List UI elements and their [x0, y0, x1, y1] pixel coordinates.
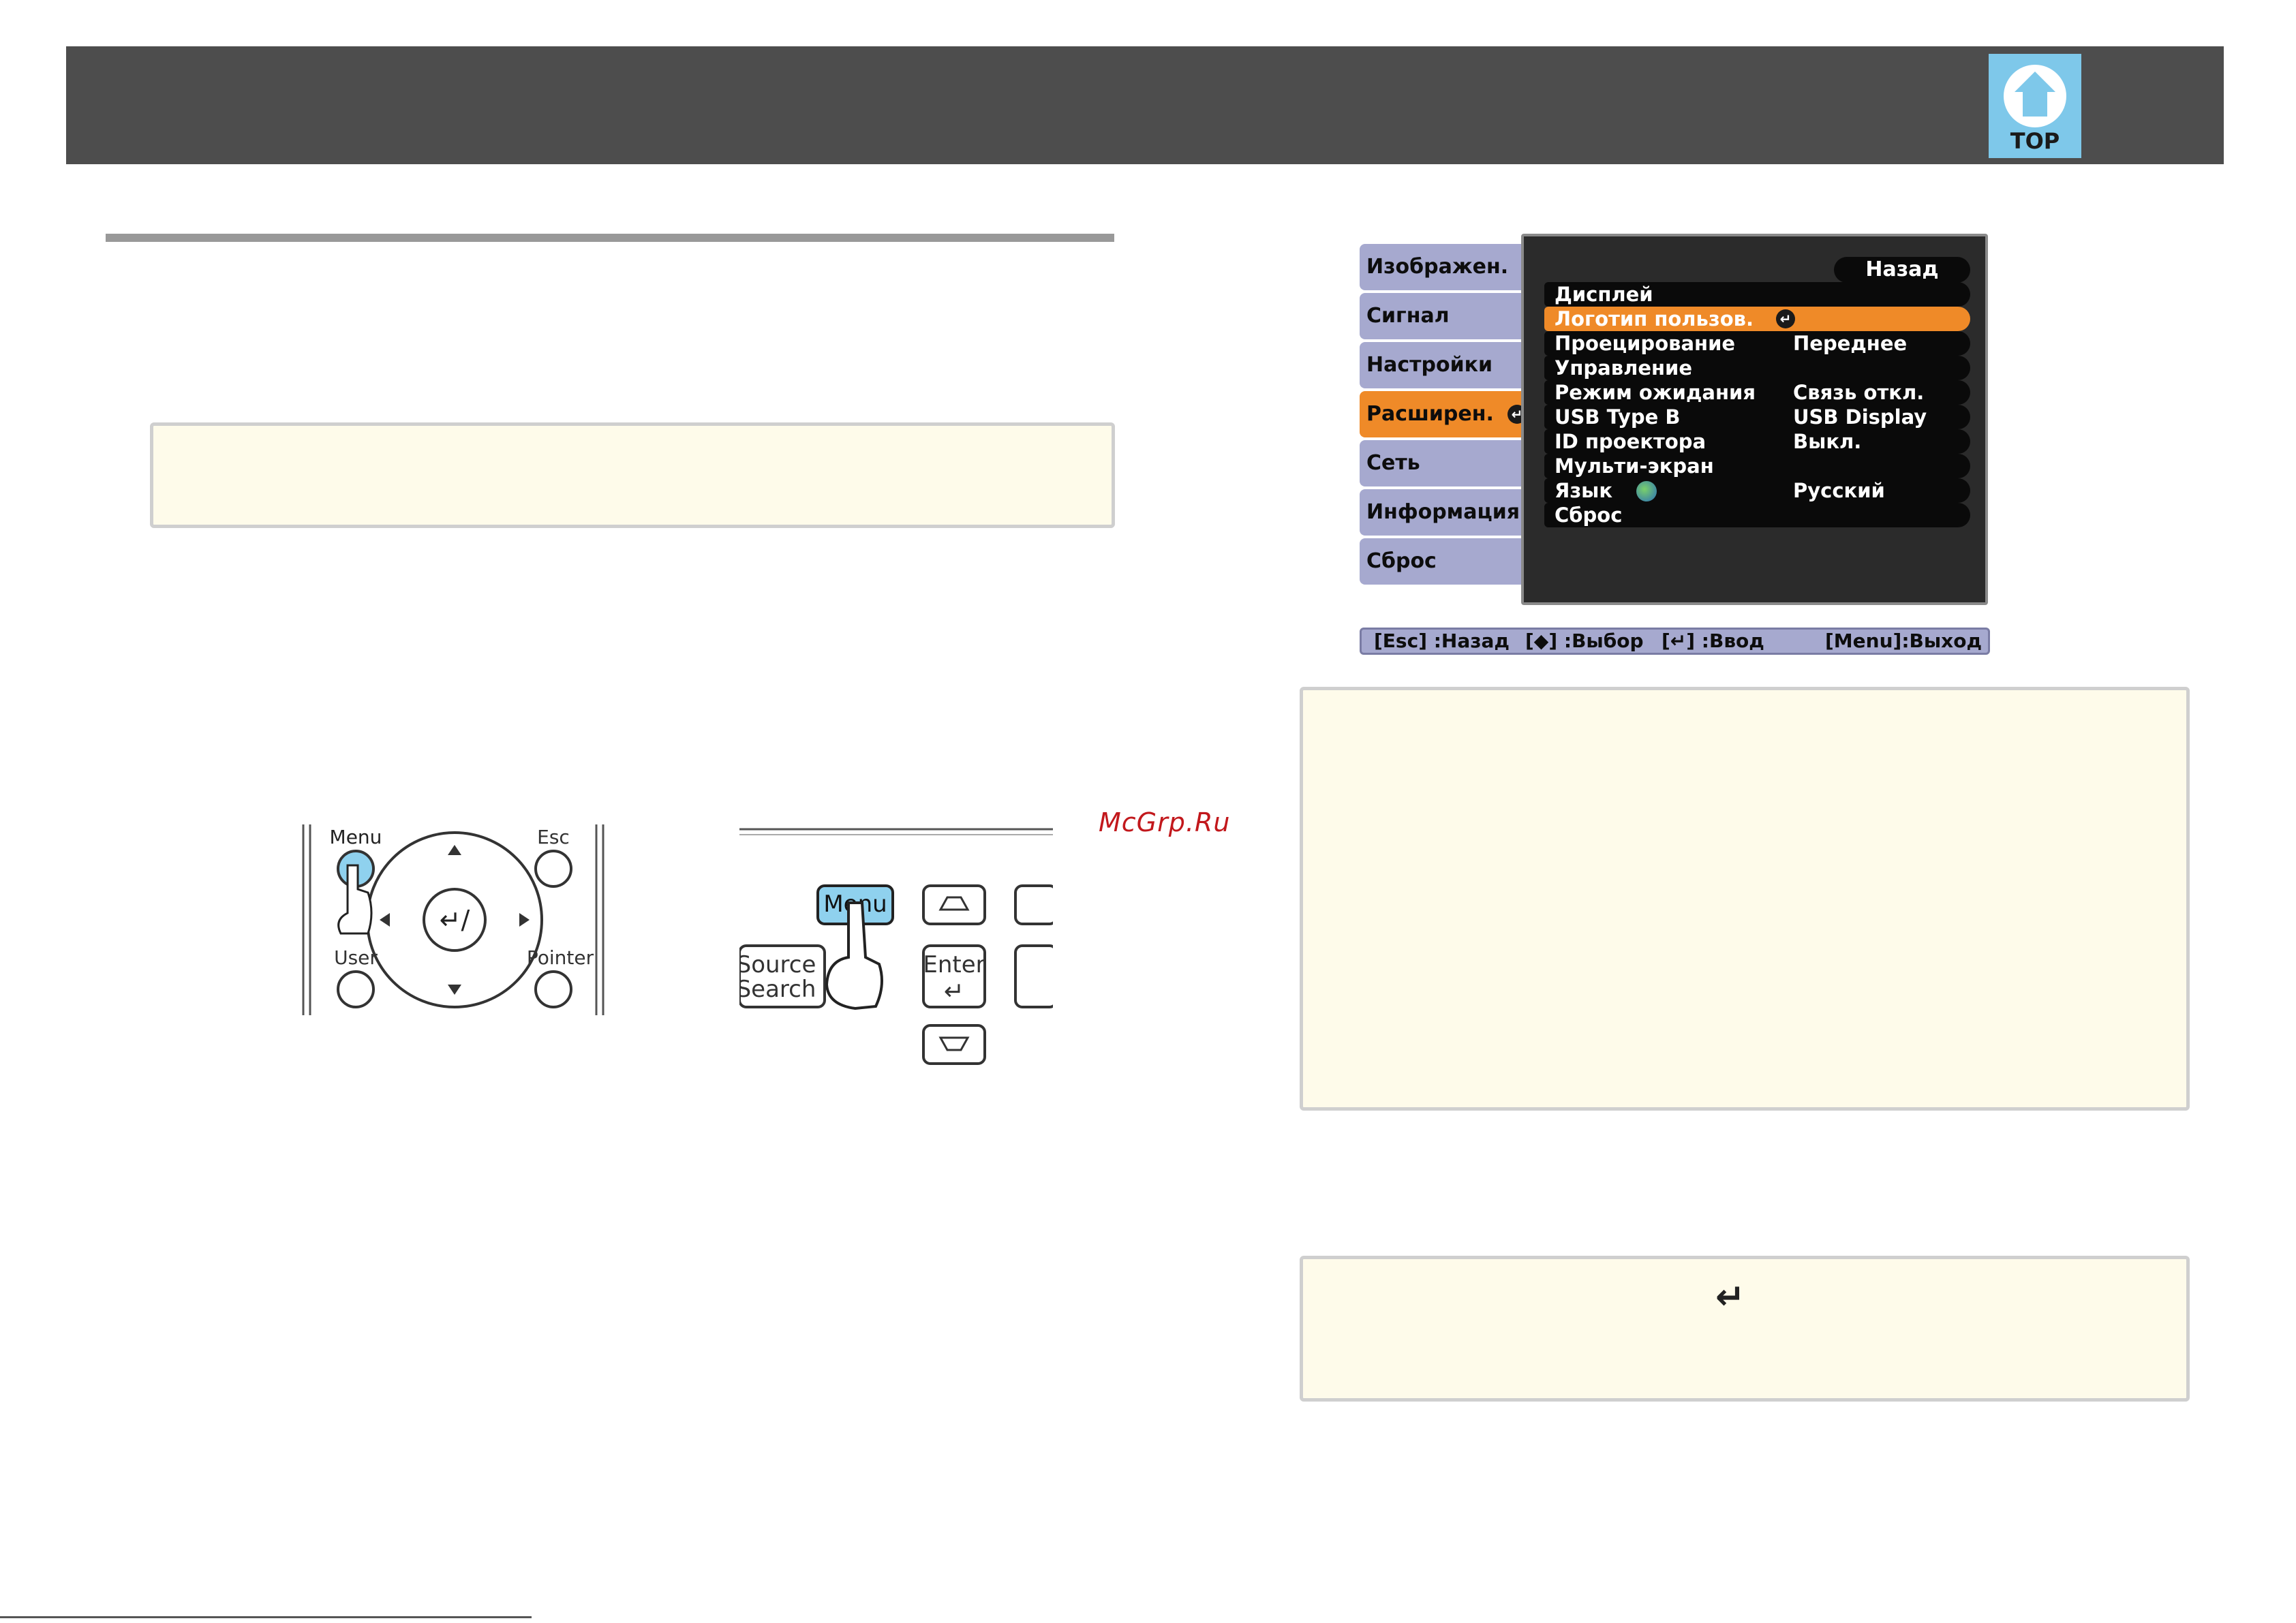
category-extended: Расширен. ↵: [1360, 391, 1533, 437]
source-label-1: Source: [739, 951, 816, 978]
menu-row: Мульти-экран: [1544, 454, 1970, 478]
row-label: ID проектора: [1555, 430, 1706, 453]
enter-icon: ↵: [1776, 309, 1795, 328]
row-label: Режим ожидания: [1555, 381, 1756, 404]
menu-row: ID проектора Выкл.: [1544, 429, 1970, 454]
footer-rule: [0, 1616, 532, 1618]
row-label: Сброс: [1555, 504, 1623, 527]
row-label: USB Type B: [1555, 405, 1681, 429]
top-logo-label: TOP: [2010, 128, 2060, 154]
control-panel-svg: Menu Source Search Enter ↵: [737, 828, 1058, 1065]
menu-row: Проецирование Переднее: [1544, 331, 1970, 356]
svg-text:↵/: ↵/: [440, 905, 470, 935]
menu-row: Дисплей: [1544, 282, 1970, 307]
category-signal: Сигнал: [1360, 293, 1523, 339]
hint-select: [◆] :Выбор: [1525, 630, 1644, 652]
row-value: Переднее: [1793, 332, 1908, 355]
enter-button-label: Enter: [923, 951, 985, 978]
row-label: Управление: [1555, 356, 1693, 380]
hint-bar: [Esc] :Назад [◆] :Выбор [↵] :Ввод [Menu]…: [1360, 628, 1990, 655]
category-label: Сигнал: [1366, 304, 1450, 328]
menu-row: USB Type B USB Display: [1544, 405, 1970, 429]
category-network: Сеть: [1360, 440, 1523, 486]
projector-menu-screenshot: Изображен. Сигнал Настройки Расширен. ↵ С…: [1360, 234, 1993, 656]
remote-control-svg: ↵/ Menu Esc User Pointer: [302, 824, 604, 1015]
menu-row: Сброс: [1544, 503, 1970, 527]
watermark: McGrp.Ru: [1099, 807, 1231, 837]
header-bar: [66, 46, 2224, 164]
menu-row: Режим ожидания Связь откл.: [1544, 380, 1970, 405]
row-value: Связь откл.: [1793, 381, 1925, 404]
category-info: Информация: [1360, 489, 1523, 536]
esc-key-label: Esc: [537, 826, 570, 848]
menu-row-highlighted: Логотип пользов. ↵: [1544, 307, 1970, 331]
svg-text:↵: ↵: [944, 978, 964, 1006]
page: TOP Изображен. Сигнал Настройки Расширен…: [0, 0, 2296, 1623]
row-label: Логотип пользов.: [1555, 307, 1754, 330]
note-box: [150, 422, 1115, 528]
category-label: Изображен.: [1366, 255, 1509, 279]
menu-row: Язык Русский: [1544, 478, 1970, 503]
note-box: [1300, 687, 2190, 1111]
menu-panel: Назад Дисплей Логотип пользов. ↵ Проециро…: [1521, 234, 1988, 605]
source-label-2: Search: [739, 976, 816, 1003]
remote-control-illustration: ↵/ Menu Esc User Pointer: [293, 818, 620, 1022]
category-settings: Настройки: [1360, 342, 1523, 388]
row-label: Дисплей: [1555, 283, 1653, 306]
top-logo-button[interactable]: TOP: [1989, 54, 2081, 158]
hint-menu: [Menu]:Выход: [1825, 630, 1983, 652]
row-value: Выкл.: [1793, 430, 1862, 453]
category-image: Изображен.: [1360, 244, 1523, 290]
note-box: ↵: [1300, 1256, 2190, 1402]
pointer-key-label: Pointer: [527, 946, 594, 969]
category-label: Сброс: [1366, 549, 1437, 573]
globe-icon: [1636, 481, 1657, 501]
enter-icon: ↵: [1715, 1277, 1745, 1318]
hint-esc: [Esc] :Назад: [1374, 630, 1510, 652]
row-label: Проецирование: [1555, 332, 1736, 355]
back-label: Назад: [1834, 257, 1970, 283]
menu-row: Управление: [1544, 356, 1970, 380]
category-reset: Сброс: [1360, 538, 1523, 585]
section-rule: [106, 234, 1114, 242]
hint-enter: [↵] :Ввод: [1662, 630, 1764, 652]
category-label: Сеть: [1366, 451, 1420, 475]
row-label: Мульти-экран: [1555, 454, 1714, 478]
user-key-label: User: [334, 946, 378, 969]
control-panel-illustration: Menu Source Search Enter ↵: [737, 821, 1058, 1080]
category-label: Настройки: [1366, 353, 1493, 377]
row-label: Язык: [1555, 479, 1613, 502]
menu-key-label: Menu: [330, 826, 382, 848]
row-value: USB Display: [1793, 405, 1927, 429]
category-label: Информация: [1366, 500, 1520, 524]
row-value: Русский: [1793, 479, 1885, 502]
home-icon: [2004, 65, 2066, 127]
category-label: Расширен.: [1366, 402, 1494, 426]
